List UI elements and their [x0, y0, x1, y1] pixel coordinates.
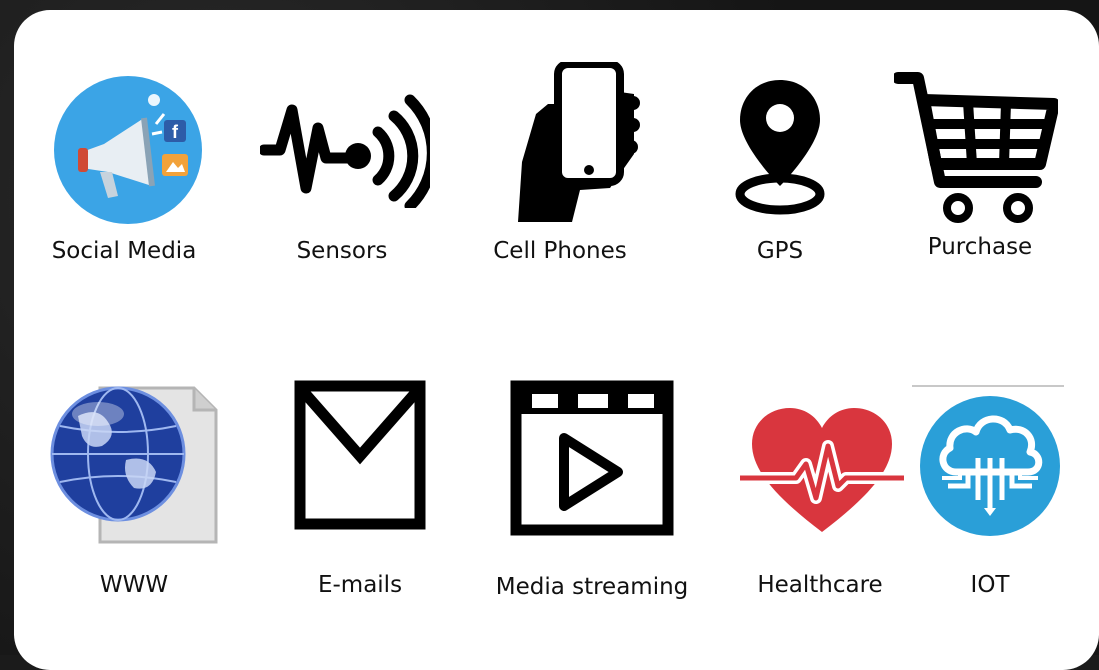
dark-background: f Social Media Sensors Cell Phones GPS P…: [0, 0, 1099, 670]
label-cell-phones: Cell Phones: [493, 238, 627, 264]
map-pin-icon: [734, 76, 826, 218]
label-e-mails: E-mails: [317, 572, 403, 598]
label-media-streaming: Media streaming: [495, 574, 689, 600]
hand-phone-icon: [514, 62, 644, 224]
cloud-iot-icon: [912, 382, 1068, 538]
label-iot: IOT: [970, 572, 1010, 598]
heart-pulse-icon: [740, 406, 904, 536]
label-social-media: Social Media: [51, 238, 197, 264]
label-purchase: Purchase: [927, 234, 1033, 260]
globe-document-icon: [48, 376, 218, 546]
social-media-icon: f: [52, 74, 204, 226]
envelope-icon: [294, 380, 426, 530]
diagram-card: f Social Media Sensors Cell Phones GPS P…: [14, 10, 1099, 670]
svg-text:f: f: [172, 122, 179, 142]
label-sensors: Sensors: [296, 238, 388, 264]
label-gps: GPS: [756, 238, 804, 264]
label-www: WWW: [99, 572, 169, 598]
sensor-wave-icon: [260, 88, 430, 208]
shopping-cart-icon: [894, 68, 1058, 228]
video-player-icon: [510, 380, 674, 536]
